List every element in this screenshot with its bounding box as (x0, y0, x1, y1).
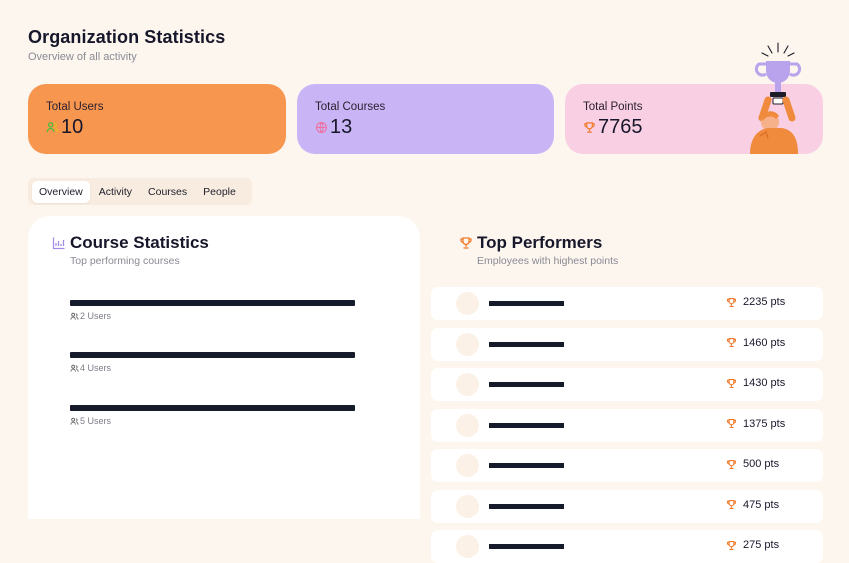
avatar (456, 413, 479, 437)
stat-value: 7765 (598, 116, 643, 138)
performer-name-bar (489, 382, 564, 387)
course-row[interactable]: 5 Users (70, 405, 355, 426)
points-value: 1430 pts (743, 377, 786, 389)
points-value: 500 pts (743, 458, 780, 470)
top-performers-title: Top Performers (477, 233, 603, 252)
performer-name-bar (489, 503, 564, 509)
trophy-icon (727, 500, 736, 509)
course-row[interactable]: 2 Users (70, 300, 355, 321)
tab-people[interactable]: People (196, 181, 243, 203)
trophy-icon (727, 338, 736, 347)
points-value: 1375 pts (743, 417, 786, 430)
performer-points: 475 pts (726, 499, 779, 511)
trophy-icon (727, 297, 736, 307)
performer-row[interactable]: 500 pts (431, 449, 823, 482)
trophy-icon (727, 459, 736, 469)
course-user-count: 2 Users (80, 311, 112, 321)
stat-value: 13 (330, 116, 353, 138)
points-value: 2235 pts (743, 296, 786, 308)
performer-name-bar (489, 463, 564, 468)
course-row[interactable]: 4 Users (70, 352, 355, 373)
top-performers-subtitle: Employees with highest points (477, 255, 619, 267)
tab-activity[interactable]: Activity (92, 181, 139, 203)
points-value: 475 pts (743, 498, 780, 511)
globe-icon (315, 121, 328, 134)
course-user-count: 4 Users (80, 363, 112, 373)
users-icon (46, 121, 59, 134)
performer-row[interactable]: 275 pts (431, 530, 823, 563)
stat-card-total-courses: Total Courses 13 (297, 84, 554, 154)
tab-courses[interactable]: Courses (141, 181, 194, 203)
performer-points: 2235 pts (726, 296, 785, 308)
avatar (456, 373, 479, 396)
top-performers-header: Top Performers Employees with highest po… (459, 233, 618, 267)
course-statistics-header: Course Statistics Top performing courses (52, 233, 209, 267)
performer-row[interactable]: 475 pts (431, 489, 823, 523)
avatar (456, 332, 479, 356)
trophy-icon (727, 540, 736, 550)
performer-row[interactable]: 2235 pts (431, 287, 823, 320)
performer-name-bar (489, 301, 564, 306)
points-value: 1460 pts (743, 336, 786, 349)
avatar (456, 454, 479, 477)
avatar (456, 535, 479, 558)
performer-points: 1430 pts (726, 377, 785, 389)
users-icon (70, 312, 79, 320)
performer-name-bar (489, 544, 564, 549)
trophy-icon (727, 419, 736, 428)
performer-row[interactable]: 1430 pts (431, 368, 823, 401)
trophy-icon (583, 121, 596, 134)
performer-row[interactable]: 1375 pts (431, 408, 823, 442)
stat-card-total-users: Total Users 10 (28, 84, 286, 154)
course-statistics-subtitle: Top performing courses (70, 255, 180, 267)
avatar (456, 494, 479, 518)
avatar (456, 292, 479, 315)
course-user-count: 5 Users (80, 416, 112, 426)
course-statistics-title: Course Statistics (70, 233, 209, 252)
points-value: 275 pts (743, 539, 780, 551)
bar-chart-icon (52, 236, 66, 250)
course-name-bar (70, 300, 355, 306)
users-icon (70, 417, 79, 425)
page-header: Organization Statistics Overview of all … (28, 27, 225, 63)
users-icon (70, 364, 79, 372)
course-statistics-panel: Course Statistics Top performing courses… (28, 216, 420, 519)
performer-points: 500 pts (726, 458, 779, 470)
course-name-bar (70, 352, 355, 358)
page-title: Organization Statistics (28, 27, 226, 47)
page-subtitle: Overview of all activity (28, 51, 137, 63)
course-name-bar (70, 405, 355, 411)
stat-label: Total Courses (315, 101, 386, 113)
performer-row[interactable]: 1460 pts (431, 327, 823, 361)
stat-value: 10 (61, 116, 84, 138)
performer-name-bar (489, 341, 564, 347)
performer-points: 1460 pts (726, 337, 785, 349)
stat-label: Total Users (46, 101, 104, 113)
tab-overview[interactable]: Overview (32, 180, 90, 203)
performer-points: 275 pts (726, 539, 779, 551)
trophy-icon (727, 378, 736, 388)
trophy-illustration (750, 42, 802, 154)
trophy-icon (459, 236, 473, 250)
tab-bar: Overview Activity Courses People (28, 178, 252, 205)
performer-name-bar (489, 422, 564, 428)
performer-points: 1375 pts (726, 418, 785, 430)
